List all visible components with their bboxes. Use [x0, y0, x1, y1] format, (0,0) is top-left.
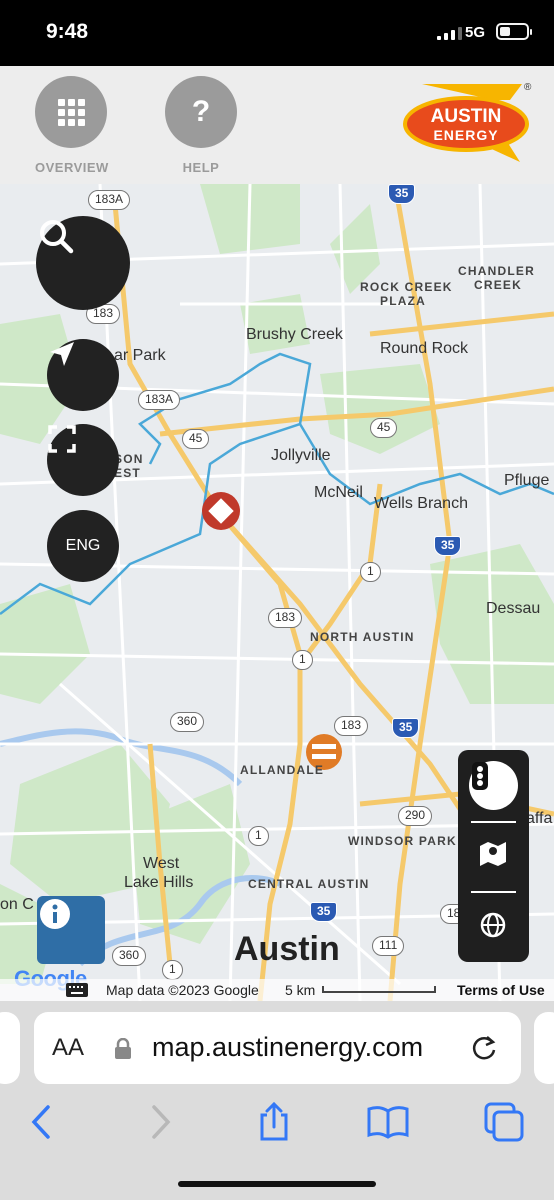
- place-label: affa: [526, 810, 553, 827]
- bookmarks-icon[interactable]: [367, 1101, 409, 1143]
- lock-icon: [115, 1038, 131, 1059]
- url-text: map.austinenergy.com: [152, 1032, 424, 1062]
- fullscreen-icon: [48, 425, 76, 453]
- keyboard-icon[interactable]: [66, 983, 88, 997]
- place-label: ROCK CREEK: [360, 280, 453, 294]
- reload-icon[interactable]: [470, 1034, 498, 1062]
- status-bar: 9:48 5G: [0, 0, 554, 66]
- place-label: Dessau: [486, 600, 541, 617]
- scale-label: 5 km: [285, 982, 316, 998]
- share-icon[interactable]: [253, 1101, 295, 1143]
- browser-bar: AA map.austinenergy.com: [0, 1001, 554, 1200]
- outage-marker-icon: [202, 492, 240, 530]
- next-tab-preview[interactable]: [534, 1012, 554, 1084]
- previous-tab-preview[interactable]: [0, 1012, 20, 1084]
- signal-icon: [437, 26, 462, 40]
- fullscreen-button[interactable]: [47, 424, 119, 496]
- map-data-label: Map data ©2023 Google: [106, 982, 259, 998]
- route-shield: 360: [112, 946, 147, 966]
- route-shield: 35: [434, 536, 462, 556]
- overview-button[interactable]: OVERVIEW: [35, 76, 109, 175]
- locate-button[interactable]: [47, 339, 119, 411]
- austin-energy-logo: AUSTIN ENERGY ®: [403, 82, 532, 162]
- scale-bar: [322, 986, 436, 993]
- place-label-city: Austin: [234, 930, 340, 968]
- search-button[interactable]: [36, 216, 130, 310]
- question-icon: ?: [165, 76, 237, 148]
- route-shield: 111: [372, 936, 405, 956]
- back-icon[interactable]: [20, 1101, 62, 1143]
- route-shield: 45: [182, 429, 210, 449]
- language-button[interactable]: ENG: [47, 510, 119, 582]
- svg-text:ENERGY: ENERGY: [433, 127, 498, 143]
- place-label: CREEK: [474, 278, 523, 292]
- info-button[interactable]: [37, 896, 105, 964]
- route-shield: 183: [268, 608, 303, 628]
- route-shield: 1: [360, 562, 381, 582]
- status-time: 9:48: [46, 20, 89, 43]
- svg-text:AUSTIN: AUSTIN: [431, 106, 502, 127]
- place-label: NORTH AUSTIN: [310, 630, 415, 644]
- place-label: McNeil: [314, 484, 363, 501]
- place-label: on C: [0, 896, 34, 913]
- tabs-icon[interactable]: [483, 1101, 525, 1143]
- route-shield: 290: [398, 806, 433, 826]
- place-label: Jollyville: [271, 447, 331, 464]
- address-bar[interactable]: AA map.austinenergy.com: [34, 1012, 521, 1084]
- place-label: Pfluge: [504, 472, 550, 489]
- layer-panel: [458, 750, 529, 962]
- overview-label: OVERVIEW: [35, 160, 109, 175]
- route-shield: 35: [310, 902, 338, 922]
- route-shield: 1: [248, 826, 269, 846]
- network-label: 5G: [465, 24, 486, 41]
- place-label: Lake Hills: [124, 874, 194, 891]
- route-shield: 1: [162, 960, 183, 980]
- language-label: ENG: [65, 537, 101, 554]
- home-indicator: [178, 1181, 376, 1187]
- route-shield: 35: [388, 184, 416, 204]
- svg-text:®: ®: [524, 82, 532, 93]
- place-label: WINDSOR PARK: [348, 834, 457, 848]
- traffic-light-button[interactable]: [469, 761, 518, 810]
- map-icon: [480, 842, 506, 866]
- route-shield: 45: [370, 418, 398, 438]
- place-label: Brushy Creek: [246, 326, 343, 343]
- place-label: CENTRAL AUSTIN: [248, 877, 370, 891]
- route-shield: 360: [170, 712, 205, 732]
- route-shield: 1: [292, 650, 313, 670]
- route-shield: 183A: [138, 390, 181, 410]
- map-canvas[interactable]: Brushy Creek Round Rock ROCK CREEK PLAZA…: [0, 184, 554, 1001]
- route-shield: 183: [334, 716, 369, 736]
- traffic-light-icon: [472, 762, 488, 790]
- place-label: West: [143, 855, 180, 872]
- attribution-bar: Map data ©2023 Google 5 km Terms of Use: [0, 979, 554, 1001]
- place-label: ar Park: [114, 347, 166, 364]
- route-shield: 35: [392, 718, 420, 738]
- place-label: ALLANDALE: [240, 763, 325, 777]
- app-header: OVERVIEW ? HELP AUSTIN ENERGY ®: [0, 66, 554, 184]
- search-icon: [40, 220, 74, 254]
- place-label: PLAZA: [380, 294, 426, 308]
- grid-icon: [35, 76, 107, 148]
- info-icon: [40, 899, 70, 929]
- help-label: HELP: [182, 160, 220, 175]
- navigation-arrow-icon: [50, 342, 74, 366]
- place-label: Round Rock: [380, 340, 469, 357]
- text-size-button[interactable]: AA: [52, 1034, 84, 1062]
- place-label: Wells Branch: [374, 495, 468, 512]
- battery-icon: [496, 23, 532, 40]
- route-shield: 183A: [88, 190, 131, 210]
- terms-link[interactable]: Terms of Use: [457, 982, 545, 998]
- help-button[interactable]: ? HELP: [165, 76, 237, 175]
- place-label: CHANDLER: [458, 264, 535, 278]
- globe-icon: [480, 912, 506, 938]
- forward-icon[interactable]: [140, 1101, 182, 1143]
